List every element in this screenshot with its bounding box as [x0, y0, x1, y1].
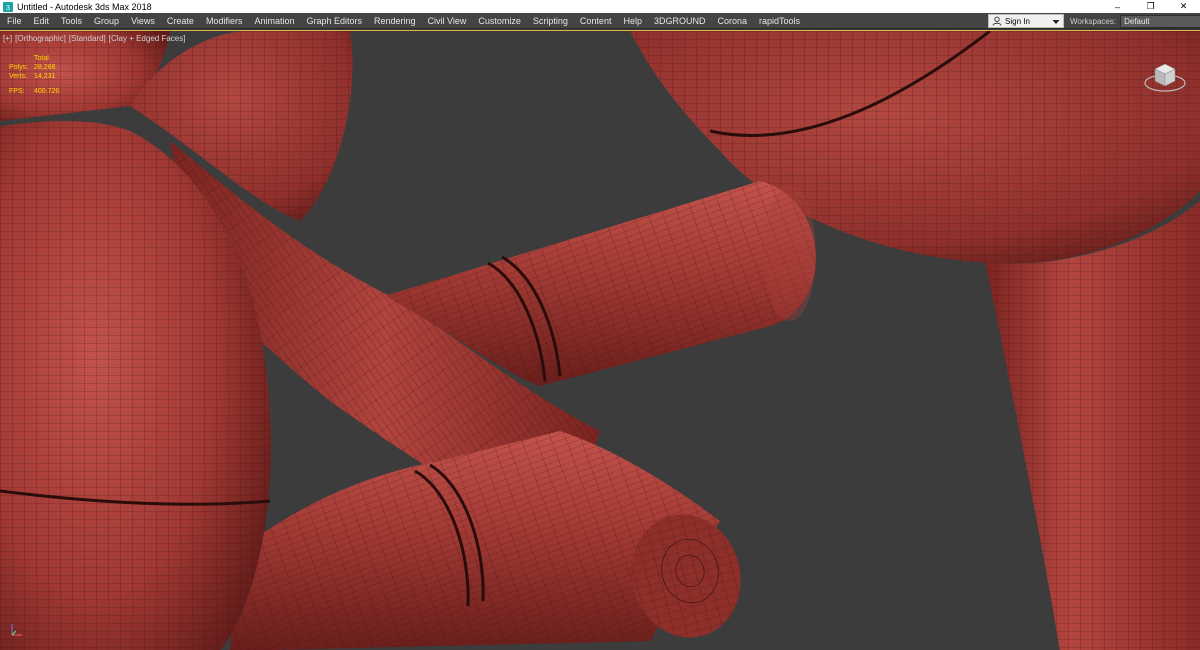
menu-3dground[interactable]: 3DGROUND: [648, 13, 712, 29]
menu-tools[interactable]: Tools: [55, 13, 88, 29]
menu-content[interactable]: Content: [574, 13, 618, 29]
fps-value: 400.726: [34, 88, 60, 95]
viewport-label: [+] [Orthographic] [Standard] [Clay + Edged…: [3, 34, 185, 43]
viewport-statistics: Total Polys: 28,268 Verts: 14,231 FPS: 4…: [9, 54, 59, 96]
polys-value: 28,268: [34, 64, 56, 71]
stats-fps: FPS: 400.726: [9, 87, 59, 96]
menu-modifiers[interactable]: Modifiers: [200, 13, 249, 29]
stats-verts: Verts: 14,231: [9, 72, 59, 81]
stats-polys: Polys: 28,268: [9, 63, 59, 72]
menu-rapidtools[interactable]: rapidTools: [753, 13, 806, 29]
menu-rendering[interactable]: Rendering: [368, 13, 422, 29]
workspaces-select[interactable]: Default: [1120, 14, 1200, 28]
menu-file[interactable]: File: [0, 13, 28, 29]
menu-graph-editors[interactable]: Graph Editors: [300, 13, 368, 29]
sign-in-label: Sign In: [1005, 16, 1030, 26]
axis-tripod-icon: [11, 624, 22, 636]
viewcube-icon[interactable]: [1143, 55, 1187, 95]
menu-create[interactable]: Create: [161, 13, 200, 29]
app-icon: 3: [3, 1, 13, 12]
restore-button[interactable]: ❐: [1134, 0, 1167, 13]
window-controls: – ❐ ✕: [1101, 0, 1200, 13]
menu-views[interactable]: Views: [125, 13, 161, 29]
title-bar: 3 Untitled - Autodesk 3ds Max 2018 – ❐ ✕: [0, 0, 1200, 13]
menu-scripting[interactable]: Scripting: [527, 13, 574, 29]
menu-edit[interactable]: Edit: [28, 13, 56, 29]
viewport-shading-standard[interactable]: [Standard]: [69, 34, 106, 43]
menu-civil-view[interactable]: Civil View: [422, 13, 473, 29]
workspaces-label: Workspaces:: [1070, 16, 1117, 26]
window-title: Untitled - Autodesk 3ds Max 2018: [17, 1, 152, 12]
viewport-orthographic[interactable]: [+] [Orthographic] [Standard] [Clay + Edged…: [0, 30, 1200, 650]
menu-bar: File Edit Tools Group Views Create Modifiers An…: [0, 13, 1200, 29]
close-button[interactable]: ✕: [1167, 0, 1200, 13]
polys-label: Polys:: [9, 64, 29, 71]
menu-help[interactable]: Help: [617, 13, 648, 29]
menu-animation[interactable]: Animation: [248, 13, 300, 29]
minimize-button[interactable]: –: [1101, 0, 1134, 13]
workspaces-selector: Workspaces: Default: [1070, 13, 1200, 29]
viewport-scene: [0, 31, 1200, 650]
fps-label: FPS:: [9, 88, 25, 95]
clay-leg-right: [985, 201, 1200, 650]
svg-text:3: 3: [6, 5, 10, 12]
menu-items: File Edit Tools Group Views Create Modifiers An…: [0, 13, 806, 29]
sign-in-dropdown[interactable]: Sign In: [988, 14, 1064, 28]
viewport-menu-plus[interactable]: [+]: [3, 34, 12, 43]
user-icon: [992, 16, 1002, 26]
verts-label: Verts:: [9, 73, 27, 80]
verts-value: 14,231: [34, 73, 56, 80]
stats-header: Total: [34, 55, 49, 62]
chevron-down-icon: [1052, 20, 1060, 24]
viewport-shading-mode[interactable]: [Clay + Edged Faces]: [109, 34, 186, 43]
menu-group[interactable]: Group: [88, 13, 125, 29]
viewport-view-label[interactable]: [Orthographic]: [15, 34, 66, 43]
menu-customize[interactable]: Customize: [472, 13, 527, 29]
menu-corona[interactable]: Corona: [711, 13, 753, 29]
